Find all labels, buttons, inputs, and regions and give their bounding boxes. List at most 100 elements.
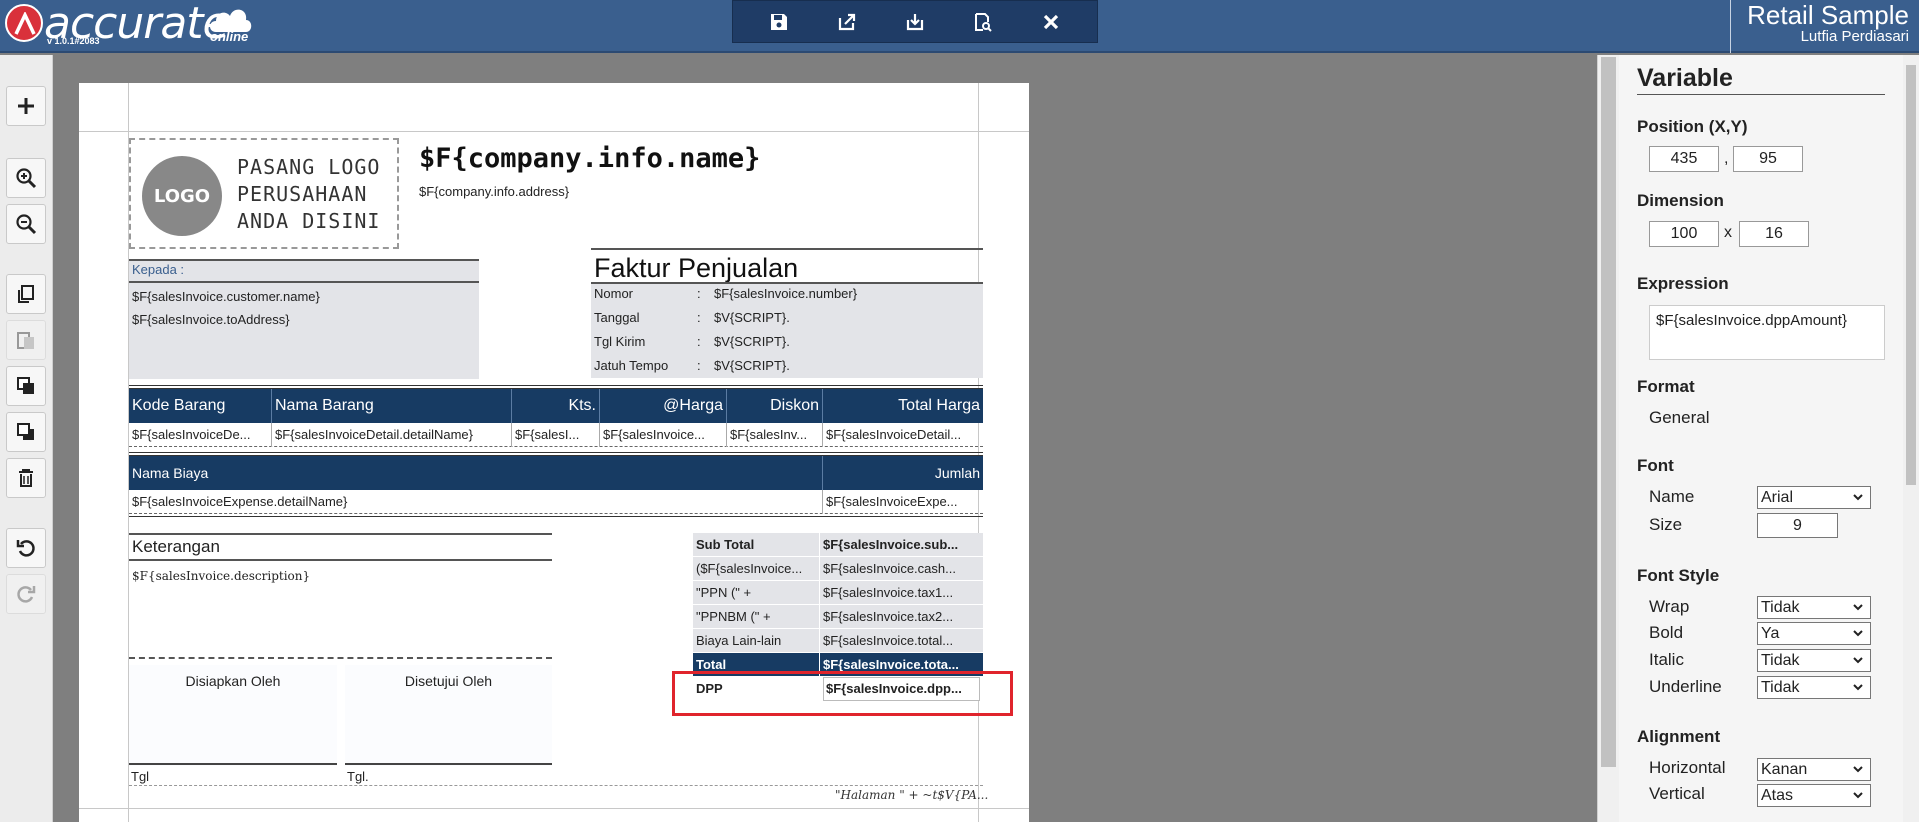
send-back-icon[interactable] [6,412,46,452]
app-header: accurate online v 1.0.1#2083 Retail Samp… [0,0,1919,53]
italic-select[interactable]: Tidak [1757,649,1871,672]
font-name-select[interactable]: Arial [1757,486,1871,509]
approved-date-label[interactable]: Tgl. [347,769,369,784]
underline-select[interactable]: Tidak [1757,676,1871,699]
export-icon[interactable] [827,4,867,40]
dimension-separator: x [1724,224,1732,241]
cell-nama-biaya[interactable]: $F{salesInvoiceExpense.detailName} [129,490,823,514]
add-icon[interactable] [6,86,46,126]
due-date-field[interactable]: $V{SCRIPT}. [714,358,790,373]
canvas-scrollbar[interactable] [1597,55,1619,822]
undo-icon[interactable] [6,528,46,568]
preview-icon[interactable] [963,4,1003,40]
summary-row-subtotal[interactable]: Sub Total $F{salesInvoice.sub... [693,533,983,557]
cell-total-harga[interactable]: $F{salesInvoiceDetail... [823,423,983,447]
invoice-title[interactable]: Faktur Penjualan [591,248,983,284]
customer-name-field[interactable]: $F{salesInvoice.customer.name} [132,289,320,304]
page-number-field[interactable]: "Halaman " + ~t$V{PA... [835,788,988,802]
col-nama-barang[interactable]: Nama Barang [272,389,512,423]
col-nama-biaya[interactable]: Nama Biaya [129,456,823,490]
invoice-info-box[interactable]: Nomor : $F{salesInvoice.number} Tanggal … [591,282,983,378]
cell-diskon[interactable]: $F{salesInv... [727,423,823,447]
width-input[interactable]: 100 [1649,221,1719,247]
customer-address-field[interactable]: $F{salesInvoice.toAddress} [132,312,290,327]
company-address-field[interactable]: $F{company.info.address} [419,184,569,199]
bold-select[interactable]: Ya [1757,622,1871,645]
cell-divider [819,581,820,605]
margin-guide-bottom [79,808,1029,809]
footer-divider [129,785,983,786]
prepared-date-label[interactable]: Tgl [131,769,149,784]
cell-harga[interactable]: $F{salesInvoice... [600,423,727,447]
delete-icon[interactable] [6,458,46,498]
chevron-down-icon [1853,494,1863,501]
position-x-input[interactable]: 435 [1649,146,1719,172]
panel-scroll-thumb[interactable] [1906,65,1916,485]
horizontal-align-select[interactable]: Kanan [1757,758,1871,781]
notes-title[interactable]: Keterangan [129,533,552,561]
summary-row-ppn[interactable]: "PPN (" + $F{salesInvoice.tax1... [693,581,983,605]
position-y-input[interactable]: 95 [1733,146,1803,172]
summary-row-ppnbm[interactable]: "PPNBM (" + $F{salesInvoice.tax2... [693,605,983,629]
bring-front-icon[interactable] [6,366,46,406]
detail-header-row: Kode Barang Nama Barang Kts. @Harga Disk… [129,389,983,423]
zoom-in-icon[interactable] [6,158,46,198]
horizontal-align-value: Kanan [1761,761,1808,778]
format-value[interactable]: General [1649,408,1709,428]
copy-icon[interactable] [6,274,46,314]
col-kode-barang[interactable]: Kode Barang [129,389,272,423]
close-icon[interactable] [1031,4,1071,40]
cell-nama-barang[interactable]: $F{salesInvoiceDetail.detailName} [272,423,512,447]
logo-text-line-2: PERUSAHAAN [237,182,368,206]
total-field[interactable]: $F{salesInvoice.tota... [823,657,980,672]
col-harga[interactable]: @Harga [600,389,727,423]
redo-icon[interactable] [6,574,46,614]
margin-guide-top [79,131,1029,132]
download-icon[interactable] [895,4,935,40]
logo-placeholder[interactable]: LOGO PASANG LOGO PERUSAHAAN ANDA DISINI [129,138,399,249]
tool-sidebar [0,55,53,822]
separator: : [697,310,701,325]
summary-row-other-cost[interactable]: Biaya Lain-lain $F{salesInvoice.total... [693,629,983,653]
customer-box[interactable]: Kepada : $F{salesInvoice.customer.name} … [129,259,479,379]
col-total-harga[interactable]: Total Harga [823,389,983,423]
canvas-scroll-thumb[interactable] [1601,57,1616,767]
prepared-by-box[interactable]: Disiapkan Oleh [129,665,337,766]
discount-field[interactable]: $F{salesInvoice.cash... [823,561,980,576]
notes-field[interactable]: $F{salesInvoice.description} [132,569,310,583]
cell-kode-barang[interactable]: $F{salesInvoiceDe... [129,423,272,447]
panel-scrollbar[interactable] [1903,55,1919,822]
ppnbm-field[interactable]: $F{salesInvoice.tax2... [823,609,980,624]
font-size-input[interactable]: 9 [1757,513,1838,538]
report-toolbar [732,0,1098,43]
zoom-out-icon[interactable] [6,204,46,244]
approved-by-label: Disetujui Oleh [404,673,493,689]
ship-date-field[interactable]: $V{SCRIPT}. [714,334,790,349]
properties-panel: Variable Position (X,Y) 435 , 95 Dimensi… [1619,55,1903,822]
paste-icon[interactable] [6,320,46,360]
logo-disc: LOGO [142,156,222,236]
company-info[interactable]: Retail Sample Lutfia Perdiasari [1730,0,1919,53]
approved-by-box[interactable]: Disetujui Oleh [345,665,552,766]
invoice-date-field[interactable]: $V{SCRIPT}. [714,310,790,325]
report-canvas[interactable]: LOGO PASANG LOGO PERUSAHAAN ANDA DISINI … [79,83,1029,822]
save-icon[interactable] [759,4,799,40]
cell-jumlah[interactable]: $F{salesInvoiceExpe... [823,490,983,514]
expression-input[interactable]: $F{salesInvoice.dppAmount} [1649,305,1885,360]
subtotal-field[interactable]: $F{salesInvoice.sub... [823,537,980,552]
cell-kts[interactable]: $F{salesI... [512,423,600,447]
cell-divider [819,629,820,653]
height-input[interactable]: 16 [1739,221,1809,247]
col-kts[interactable]: Kts. [512,389,600,423]
company-name-field[interactable]: $F{company.info.name} [419,143,760,174]
kepada-label[interactable]: Kepada : [132,262,184,277]
wrap-select[interactable]: Tidak [1757,596,1871,619]
col-jumlah[interactable]: Jumlah [823,456,983,490]
col-diskon[interactable]: Diskon [727,389,823,423]
summary-row-discount[interactable]: ($F{salesInvoice... $F{salesInvoice.cash… [693,557,983,581]
ppn-field[interactable]: $F{salesInvoice.tax1... [823,585,980,600]
other-cost-field[interactable]: $F{salesInvoice.total... [823,633,980,648]
vertical-align-select[interactable]: Atas [1757,784,1871,807]
invoice-number-field[interactable]: $F{salesInvoice.number} [714,286,857,301]
selection-highlight [672,671,1013,716]
